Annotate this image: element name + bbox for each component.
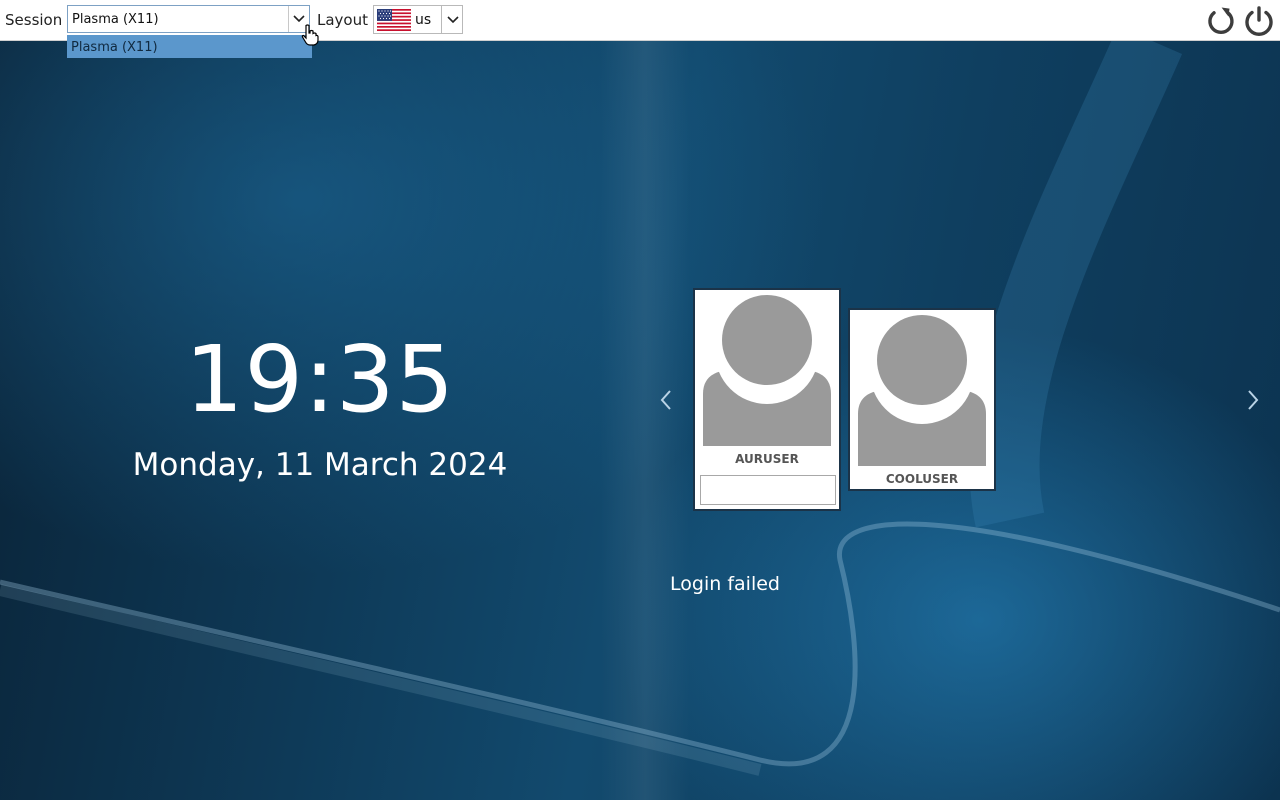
us-flag-icon — [377, 9, 411, 31]
user-avatar-icon — [703, 295, 831, 446]
session-label: Session — [5, 11, 63, 29]
session-dropdown-list: Plasma (X11) — [67, 35, 312, 58]
user-card-auruser[interactable]: AURUSER — [693, 288, 841, 511]
power-icon[interactable] — [1242, 4, 1276, 38]
reboot-icon[interactable] — [1205, 5, 1237, 37]
clock-date: Monday, 11 March 2024 — [132, 447, 508, 483]
layout-label: Layout — [317, 11, 368, 29]
user-avatar-icon — [858, 315, 986, 466]
layout-dropdown-button[interactable] — [441, 6, 463, 33]
login-status-message: Login failed — [670, 573, 780, 595]
session-select[interactable]: Plasma (X11) — [67, 5, 310, 33]
chevron-right-icon[interactable] — [1245, 389, 1261, 411]
layout-select-value: us — [415, 12, 432, 28]
clock-time: 19:35 — [184, 326, 456, 433]
chevron-down-icon — [447, 16, 459, 24]
chevron-left-icon[interactable] — [658, 389, 674, 411]
password-field[interactable] — [700, 475, 836, 505]
login-screen: Session Plasma (X11) Layout us Plasma (X… — [0, 0, 1280, 800]
hand-cursor-icon — [301, 24, 319, 46]
session-option-plasma-x11[interactable]: Plasma (X11) — [71, 40, 158, 55]
user-name-label: AURUSER — [735, 452, 799, 466]
user-card-cooluser[interactable]: COOLUSER — [848, 308, 996, 491]
layout-select[interactable]: us — [373, 5, 463, 34]
session-select-value: Plasma (X11) — [72, 12, 159, 27]
user-name-label: COOLUSER — [885, 472, 959, 486]
